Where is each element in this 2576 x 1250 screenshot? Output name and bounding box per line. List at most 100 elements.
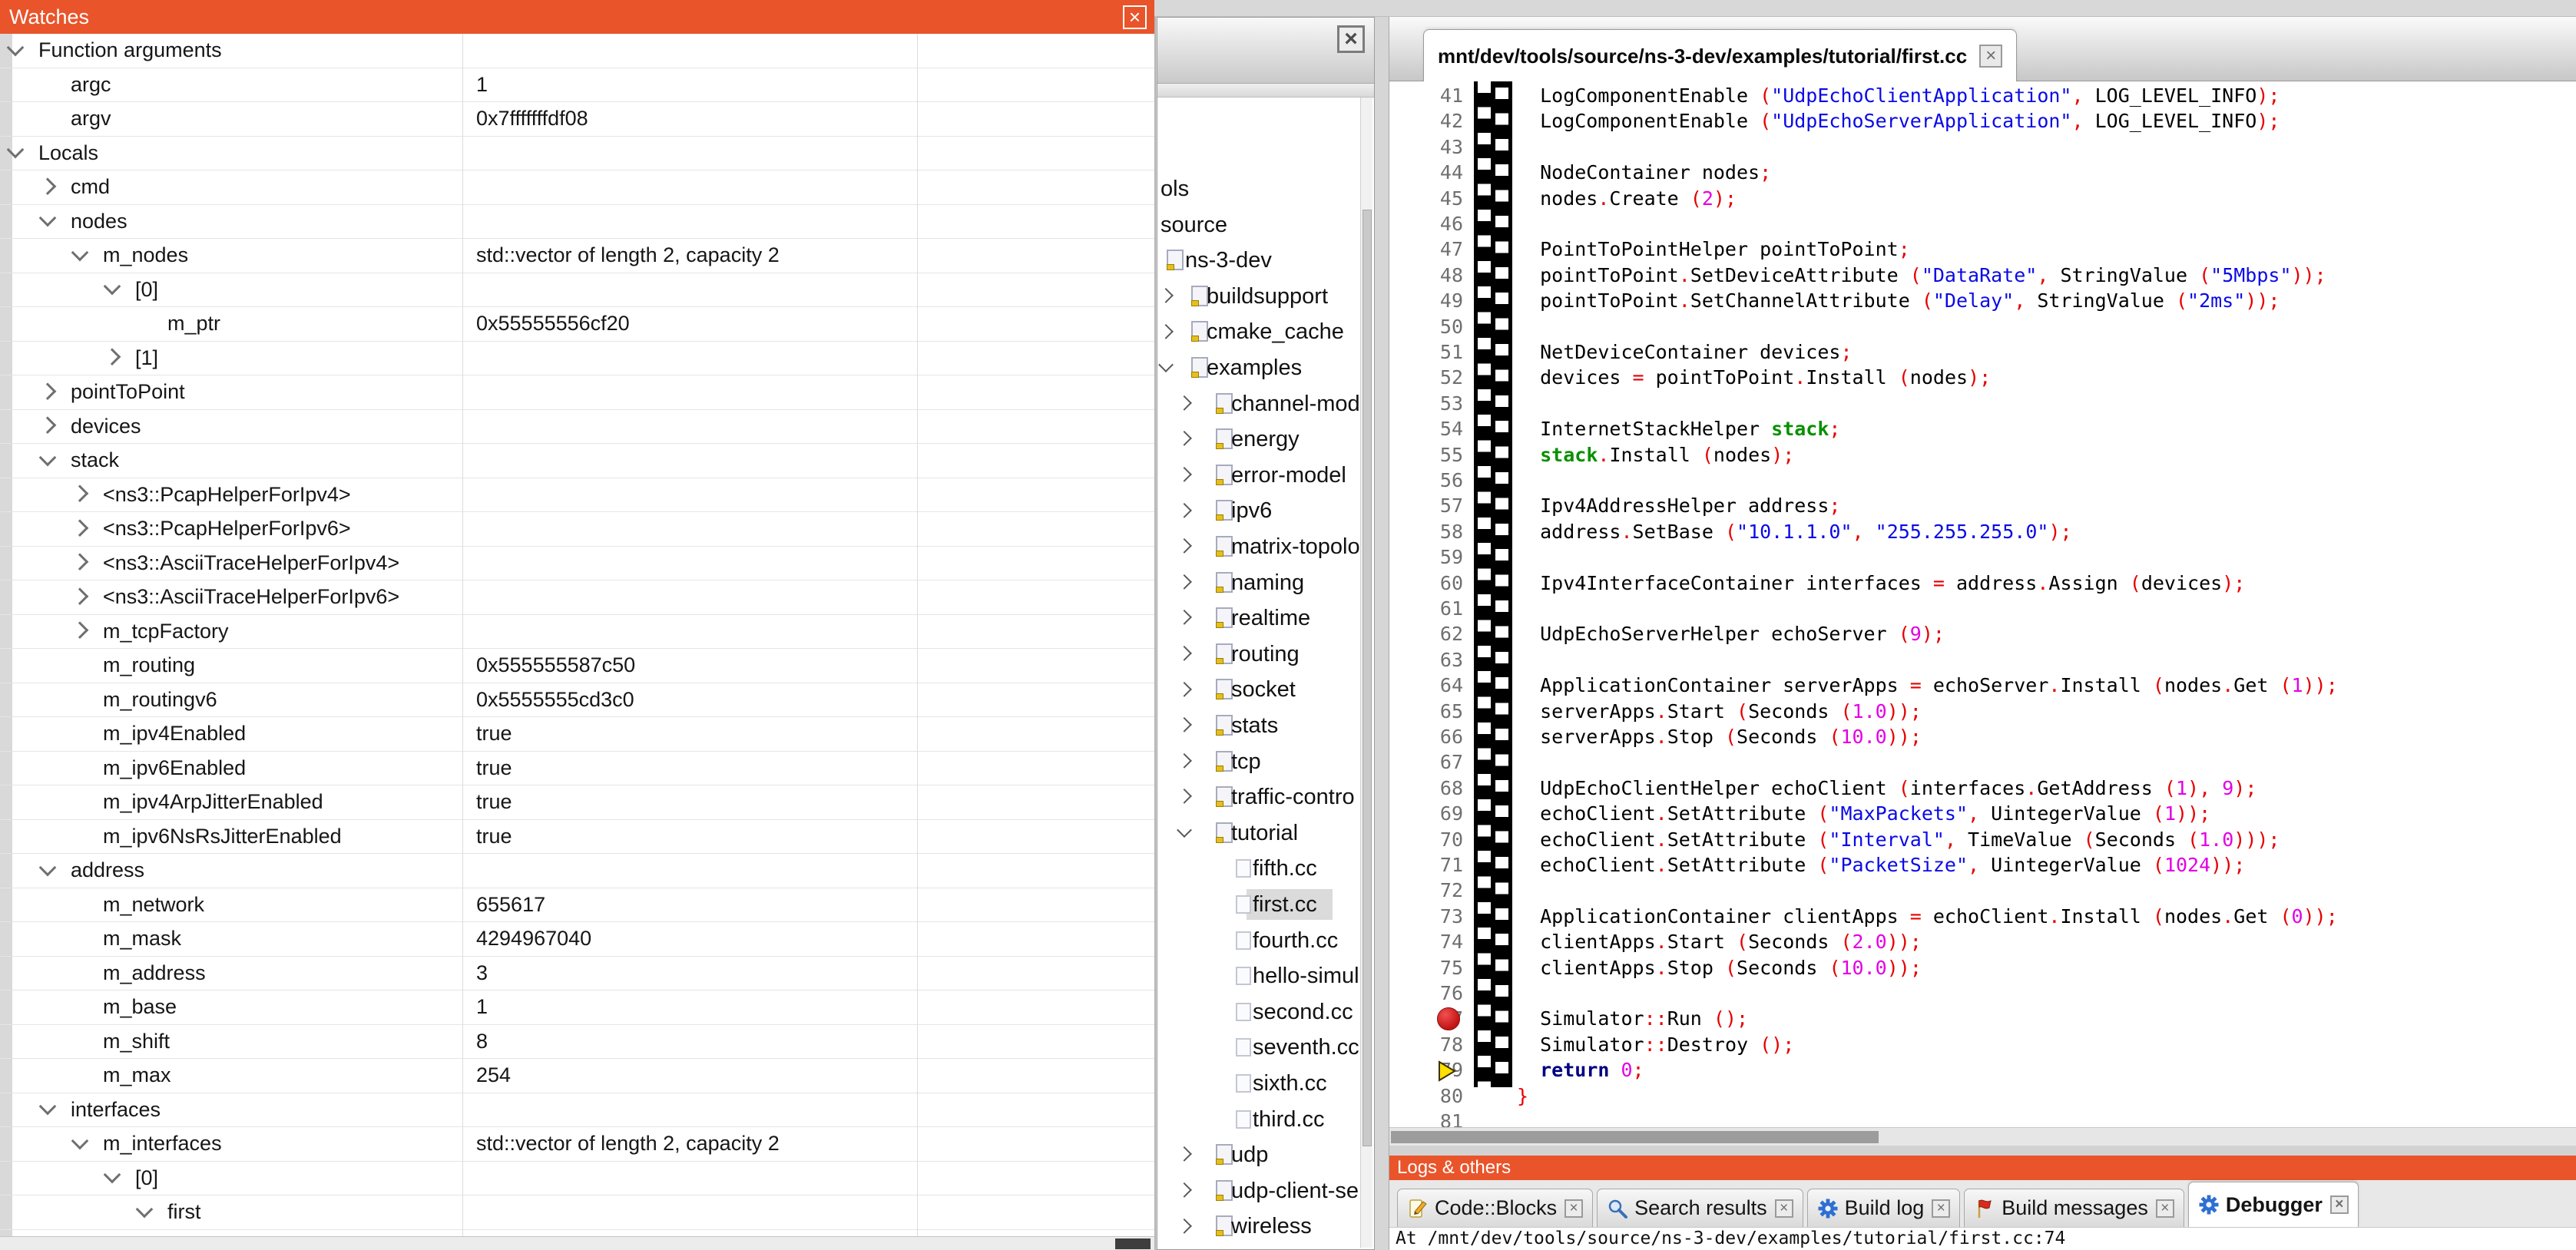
scrollbar-thumb[interactable] bbox=[1362, 210, 1372, 1146]
watch-row[interactable]: m_shift8 bbox=[0, 1025, 1154, 1060]
tree-item-ipv6[interactable]: ipv6 bbox=[1157, 493, 1362, 529]
chevron-right-icon[interactable] bbox=[1158, 324, 1174, 339]
chevron-down-icon[interactable] bbox=[104, 1166, 121, 1184]
watch-row[interactable]: m_ptr0x55555556cf20 bbox=[0, 307, 1154, 342]
code-line[interactable]: 44 NodeContainer nodes; bbox=[1389, 160, 2576, 185]
code-line[interactable]: 60 Ipv4InterfaceContainer interfaces = a… bbox=[1389, 570, 2576, 596]
line-number[interactable]: 43 bbox=[1389, 134, 1463, 160]
chevron-right-icon[interactable] bbox=[1177, 682, 1192, 697]
code-line[interactable]: 50 bbox=[1389, 314, 2576, 339]
chevron-right-icon[interactable] bbox=[39, 382, 57, 400]
tree-item-tcp[interactable]: tcp bbox=[1157, 744, 1362, 780]
tree-item-udp[interactable]: udp bbox=[1157, 1137, 1362, 1173]
line-number[interactable]: 51 bbox=[1389, 339, 1463, 365]
logs-tab-build-log[interactable]: Build log× bbox=[1807, 1189, 1961, 1227]
line-number[interactable]: 71 bbox=[1389, 852, 1463, 878]
chevron-down-icon[interactable] bbox=[1158, 357, 1174, 372]
code-line[interactable]: 53 bbox=[1389, 391, 2576, 416]
chevron-down-icon[interactable] bbox=[71, 1132, 89, 1149]
line-number[interactable]: 76 bbox=[1389, 980, 1463, 1006]
watch-row[interactable]: m_ptr0x5555555ca660 bbox=[0, 1230, 1154, 1237]
tree-item-wireless[interactable]: wireless bbox=[1157, 1209, 1362, 1245]
watch-row[interactable]: m_interfacesstd::vector of length 2, cap… bbox=[0, 1127, 1154, 1162]
code-line[interactable]: 42 LogComponentEnable ("UdpEchoServerApp… bbox=[1389, 108, 2576, 134]
tree-item-second-cc[interactable]: second.cc bbox=[1157, 994, 1362, 1030]
scrollbar-thumb[interactable] bbox=[1115, 1238, 1151, 1249]
watch-row[interactable]: m_mask4294967040 bbox=[0, 922, 1154, 957]
chevron-right-icon[interactable] bbox=[1177, 503, 1192, 518]
line-number[interactable]: 58 bbox=[1389, 519, 1463, 544]
line-number[interactable]: 66 bbox=[1389, 724, 1463, 749]
code-line[interactable]: 63 bbox=[1389, 647, 2576, 673]
tree-item-stats[interactable]: stats bbox=[1157, 708, 1362, 744]
line-number[interactable]: 69 bbox=[1389, 801, 1463, 826]
chevron-right-icon[interactable] bbox=[1177, 610, 1192, 625]
chevron-right-icon[interactable] bbox=[71, 587, 89, 605]
tree-item-hello-simul[interactable]: hello-simul bbox=[1157, 958, 1362, 994]
code-line[interactable]: 73 ApplicationContainer clientApps = ech… bbox=[1389, 904, 2576, 929]
code-line[interactable]: 79 return 0; bbox=[1389, 1057, 2576, 1083]
code-line[interactable]: 61 bbox=[1389, 596, 2576, 621]
chevron-down-icon[interactable] bbox=[71, 243, 89, 261]
line-number[interactable]: 67 bbox=[1389, 749, 1463, 775]
line-number[interactable]: 80 bbox=[1389, 1083, 1463, 1109]
chevron-right-icon[interactable] bbox=[1177, 395, 1192, 411]
chevron-right-icon[interactable] bbox=[1177, 538, 1192, 554]
watch-row[interactable]: <ns3::PcapHelperForIpv4> bbox=[0, 478, 1154, 513]
code-line[interactable]: 66 serverApps.Stop (Seconds (10.0)); bbox=[1389, 724, 2576, 749]
watch-row[interactable]: address bbox=[0, 854, 1154, 888]
tree-item-realtime[interactable]: realtime bbox=[1157, 600, 1362, 637]
line-number[interactable]: 44 bbox=[1389, 160, 1463, 185]
code-line[interactable]: 45 nodes.Create (2); bbox=[1389, 186, 2576, 211]
code-line[interactable]: 41 LogComponentEnable ("UdpEchoClientApp… bbox=[1389, 83, 2576, 108]
line-number[interactable]: 45 bbox=[1389, 186, 1463, 211]
close-icon[interactable]: × bbox=[1564, 1199, 1583, 1218]
code-line[interactable]: 70 echoClient.SetAttribute ("Interval", … bbox=[1389, 827, 2576, 852]
line-number[interactable]: 65 bbox=[1389, 699, 1463, 724]
tree-item-fifth-cc[interactable]: fifth.cc bbox=[1157, 851, 1362, 887]
code-line[interactable]: 80} bbox=[1389, 1083, 2576, 1109]
code-line[interactable]: 64 ApplicationContainer serverApps = ech… bbox=[1389, 673, 2576, 698]
code-line[interactable]: 59 bbox=[1389, 544, 2576, 570]
tree-item-ns-3-dev[interactable]: ns-3-dev bbox=[1157, 243, 1362, 279]
editor-horizontal-scrollbar[interactable] bbox=[1389, 1127, 2576, 1146]
tree-item-udp-client-ser[interactable]: udp-client-ser bbox=[1157, 1173, 1362, 1209]
tree-item-third-cc[interactable]: third.cc bbox=[1157, 1102, 1362, 1138]
code-line[interactable]: 57 Ipv4AddressHelper address; bbox=[1389, 493, 2576, 518]
code-line[interactable]: 69 echoClient.SetAttribute ("MaxPackets"… bbox=[1389, 801, 2576, 826]
tree-item-tutorial[interactable]: tutorial bbox=[1157, 815, 1362, 852]
line-number[interactable]: 62 bbox=[1389, 621, 1463, 646]
code-line[interactable]: 75 clientApps.Stop (Seconds (10.0)); bbox=[1389, 955, 2576, 980]
chevron-right-icon[interactable] bbox=[104, 349, 121, 366]
watch-row[interactable]: first bbox=[0, 1195, 1154, 1230]
code-line[interactable]: 58 address.SetBase ("10.1.1.0", "255.255… bbox=[1389, 519, 2576, 544]
tree-item-socket[interactable]: socket bbox=[1157, 672, 1362, 708]
watch-row[interactable]: [1] bbox=[0, 342, 1154, 376]
code-line[interactable]: 71 echoClient.SetAttribute ("PacketSize"… bbox=[1389, 852, 2576, 878]
watches-horizontal-scrollbar[interactable] bbox=[0, 1236, 1154, 1250]
chevron-down-icon[interactable] bbox=[104, 278, 121, 296]
tree-item-first-cc[interactable]: first.cc bbox=[1157, 887, 1362, 923]
logs-tab-search-results[interactable]: Search results× bbox=[1597, 1189, 1803, 1227]
logs-tab-code-blocks[interactable]: Code::Blocks× bbox=[1397, 1189, 1593, 1227]
line-number[interactable]: 49 bbox=[1389, 288, 1463, 313]
watch-row[interactable]: Locals bbox=[0, 137, 1154, 171]
tree-item-naming[interactable]: naming bbox=[1157, 565, 1362, 601]
line-number[interactable]: 70 bbox=[1389, 827, 1463, 852]
close-icon[interactable]: × bbox=[1123, 5, 1147, 29]
line-number[interactable]: 75 bbox=[1389, 955, 1463, 980]
tree-item-sixth-cc[interactable]: sixth.cc bbox=[1157, 1066, 1362, 1102]
code-line[interactable]: 52 devices = pointToPoint.Install (nodes… bbox=[1389, 365, 2576, 390]
code-line[interactable]: 43 bbox=[1389, 134, 2576, 160]
tree-item-traffic-contro[interactable]: traffic-contro bbox=[1157, 779, 1362, 815]
watch-row[interactable]: m_network655617 bbox=[0, 888, 1154, 923]
watch-row[interactable]: m_nodesstd::vector of length 2, capacity… bbox=[0, 239, 1154, 273]
tree-item-examples[interactable]: examples bbox=[1157, 350, 1362, 386]
watch-row[interactable]: <ns3::PcapHelperForIpv6> bbox=[0, 512, 1154, 547]
watch-row[interactable]: m_ipv4ArpJitterEnabledtrue bbox=[0, 785, 1154, 820]
line-number[interactable]: 42 bbox=[1389, 108, 1463, 134]
line-number[interactable]: 63 bbox=[1389, 647, 1463, 673]
tree-item-ols[interactable]: ols bbox=[1157, 171, 1362, 207]
tree-item-error-model[interactable]: error-model bbox=[1157, 458, 1362, 494]
chevron-right-icon[interactable] bbox=[1158, 288, 1174, 303]
